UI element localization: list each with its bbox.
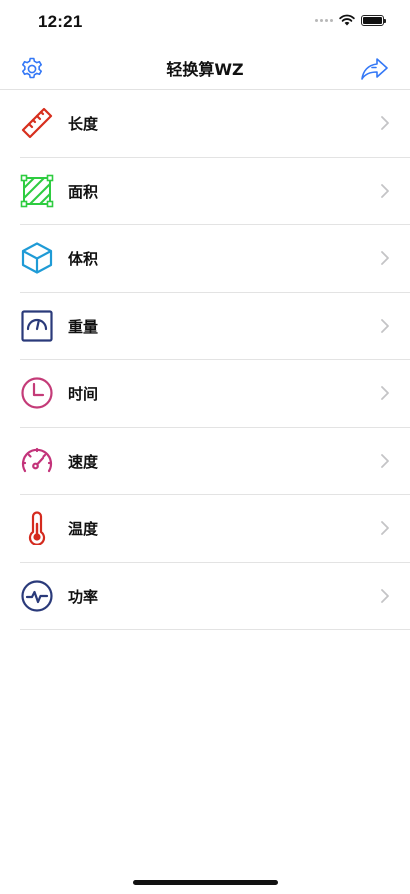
list-item-length[interactable]: 长度 (20, 90, 410, 158)
status-bar: 12:21 (0, 0, 410, 44)
signal-dots-icon (315, 18, 333, 22)
list-item-label: 温度 (68, 520, 99, 538)
list-item-label: 体积 (68, 250, 99, 268)
battery-icon (361, 14, 386, 26)
chevron-right-icon (381, 453, 389, 468)
page-title: 轻换算WZ (166, 60, 244, 79)
category-list: 长度 面积 体积 重量 时间 速度 温度 功率 (20, 90, 410, 630)
status-time: 12:21 (38, 12, 83, 31)
list-item-label: 长度 (68, 115, 99, 133)
battery-level (363, 16, 382, 24)
share-arrow-icon[interactable] (360, 56, 390, 82)
list-item-label: 功率 (68, 587, 99, 606)
chevron-right-icon (381, 251, 389, 265)
ruler-icon (21, 107, 53, 139)
chevron-right-icon (381, 183, 389, 198)
wifi-icon (339, 14, 355, 26)
list-item-weight[interactable]: 重量 (20, 293, 410, 360)
list-item-time[interactable]: 时间 (20, 360, 410, 428)
home-indicator[interactable] (133, 880, 278, 885)
speedometer-icon (21, 447, 53, 472)
list-item-power[interactable]: 功率 (20, 563, 410, 630)
area-square-icon (20, 174, 54, 207)
clock-icon (21, 377, 53, 409)
thermometer-icon (28, 511, 46, 545)
scale-icon (21, 309, 53, 342)
chevron-right-icon (381, 588, 389, 603)
list-item-speed[interactable]: 速度 (20, 428, 410, 495)
list-item-volume[interactable]: 体积 (20, 225, 410, 293)
chevron-right-icon (381, 521, 389, 535)
list-item-area[interactable]: 面积 (20, 158, 410, 225)
list-item-label: 面积 (68, 182, 99, 201)
nav-bar: 轻换算WZ (0, 44, 410, 90)
status-indicators (315, 14, 386, 26)
list-item-temperature[interactable]: 温度 (20, 495, 410, 563)
chevron-right-icon (381, 386, 389, 400)
list-item-label: 重量 (68, 317, 99, 336)
chevron-right-icon (381, 116, 389, 130)
cube-icon (21, 242, 53, 274)
power-pulse-icon (21, 579, 53, 612)
list-item-label: 速度 (68, 452, 99, 471)
chevron-right-icon (381, 318, 389, 333)
list-item-label: 时间 (68, 385, 99, 403)
